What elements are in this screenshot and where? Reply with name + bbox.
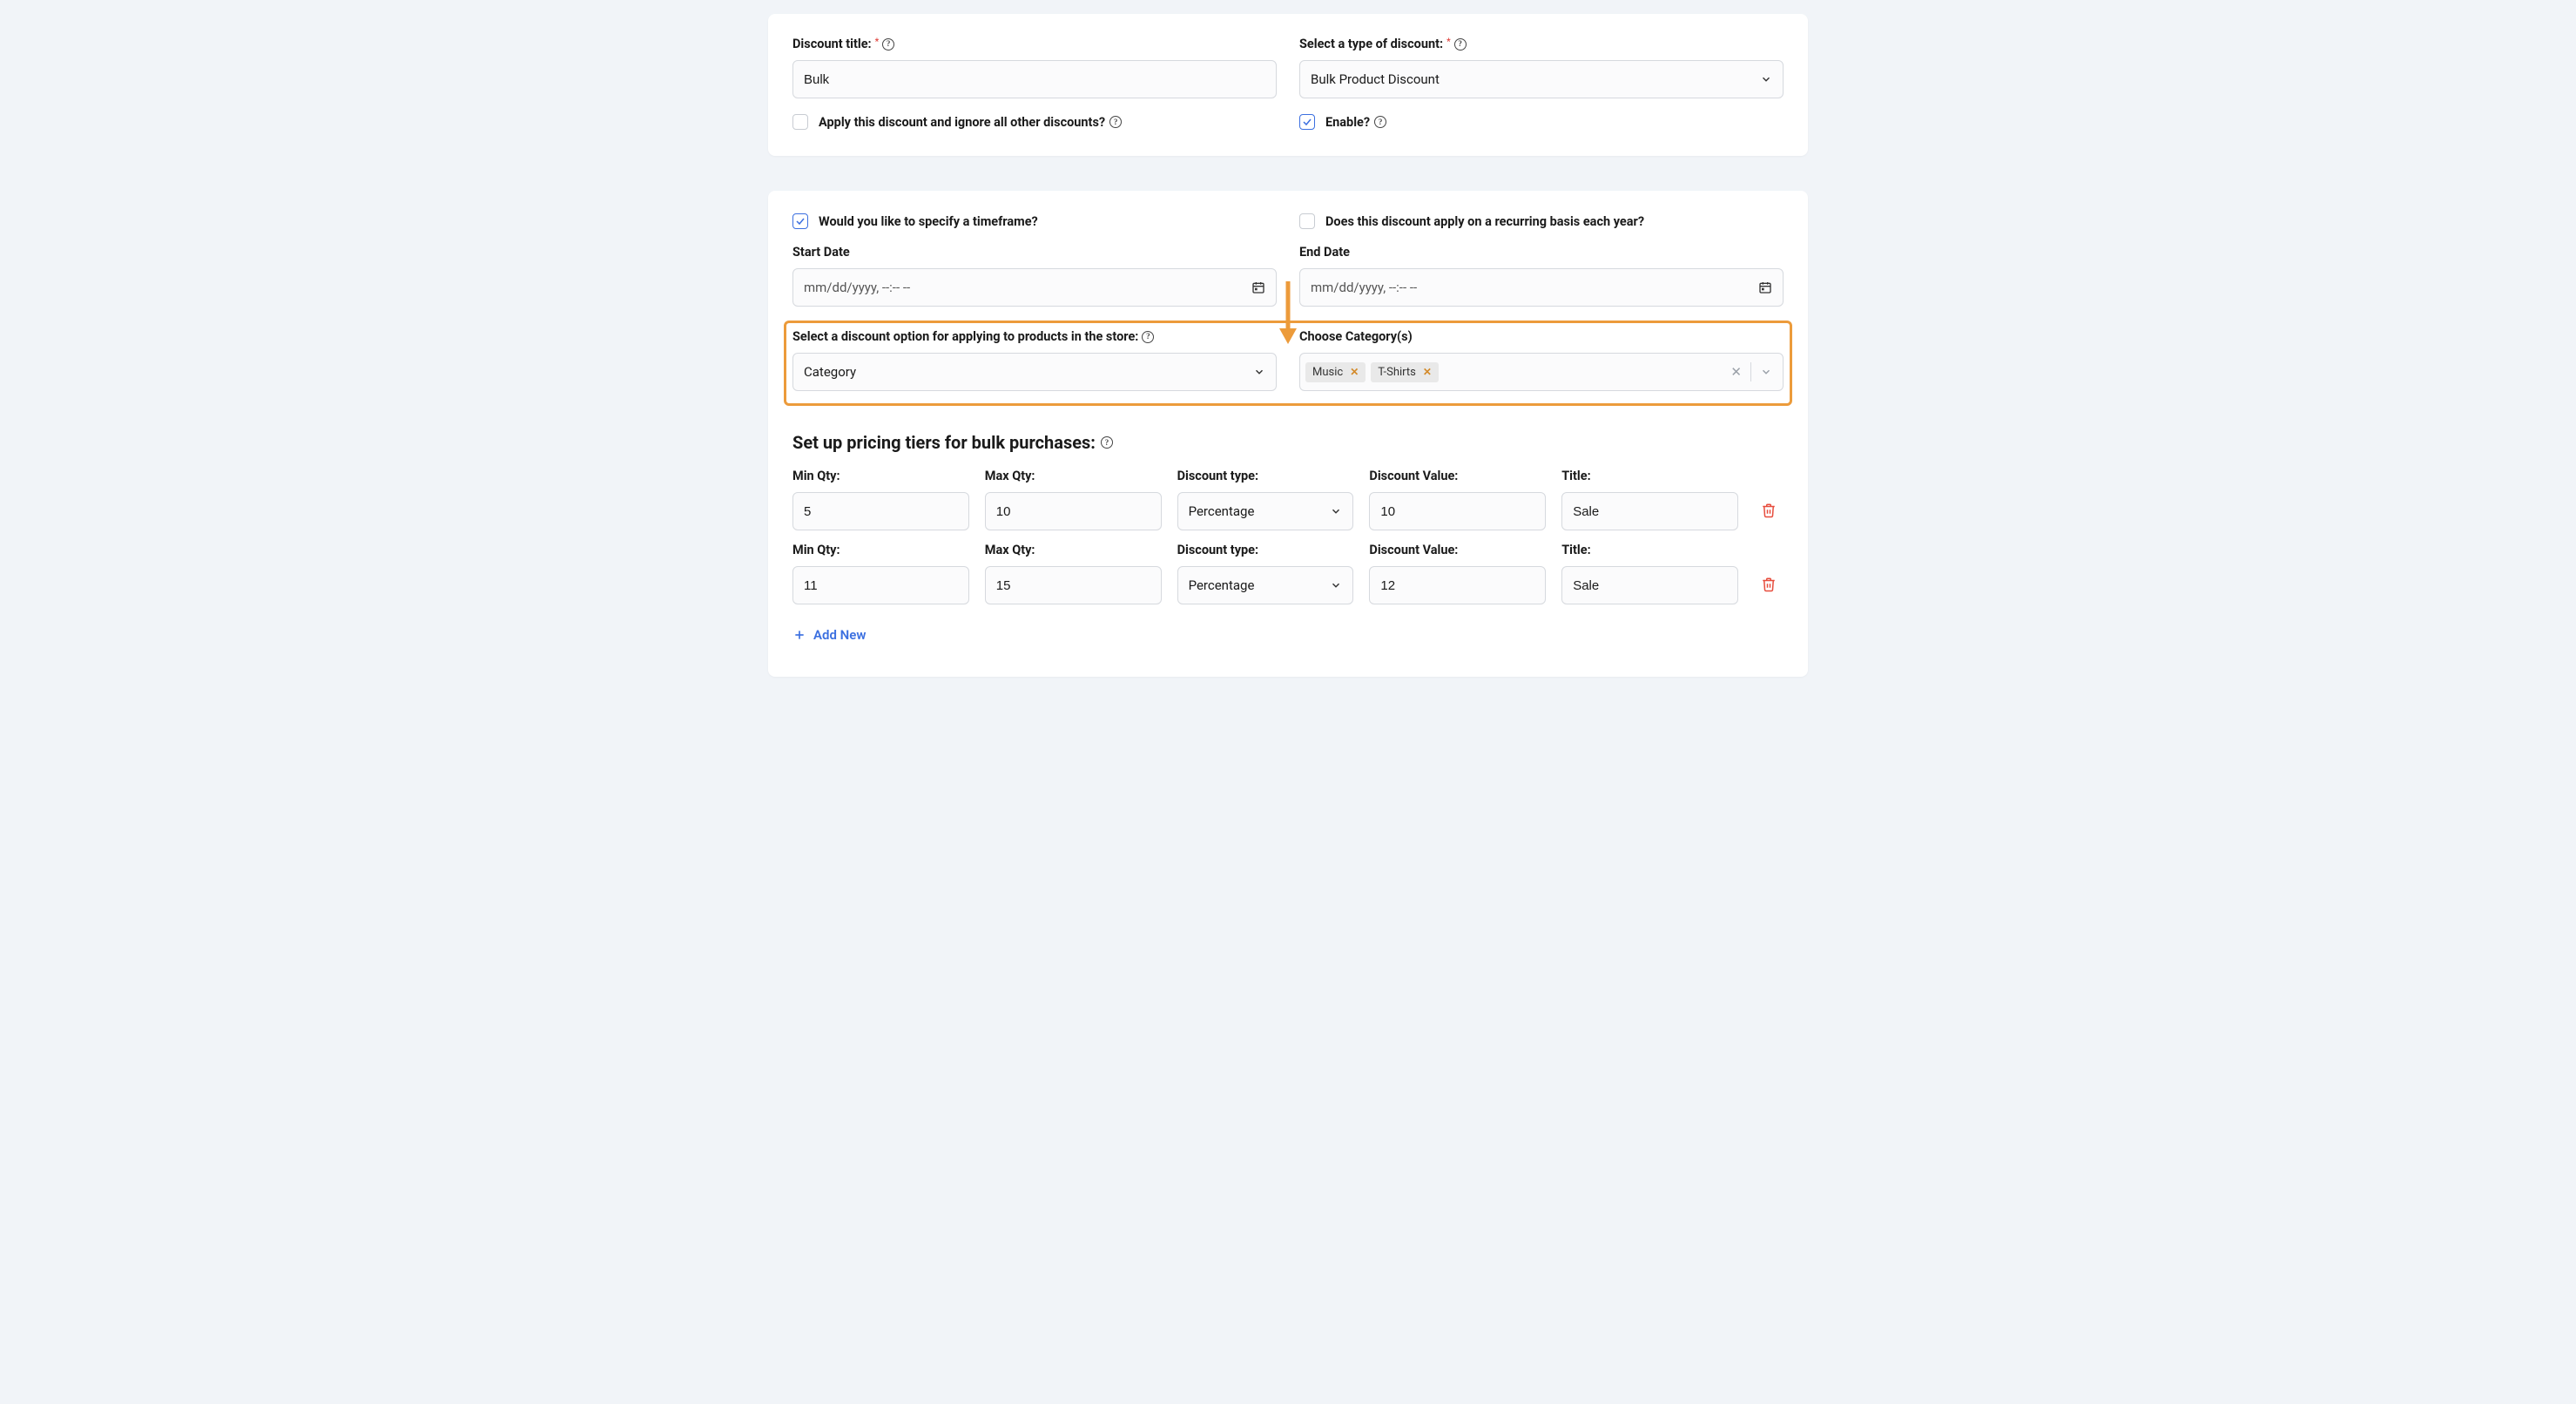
delete-tier-button[interactable] bbox=[1761, 577, 1777, 596]
start-date-input[interactable]: mm/dd/yyyy, --:-- -- bbox=[792, 268, 1277, 307]
plus-icon bbox=[792, 628, 806, 642]
discount-type-value: Bulk Product Discount bbox=[1311, 71, 1440, 87]
help-icon[interactable]: ? bbox=[1109, 116, 1122, 128]
ignore-others-label: Apply this discount and ignore all other… bbox=[819, 115, 1122, 130]
required-marker: * bbox=[1446, 37, 1451, 47]
discount-title-input-wrap bbox=[792, 60, 1277, 98]
discount-details-card: Would you like to specify a timeframe? D… bbox=[768, 191, 1808, 677]
discount-value-input[interactable] bbox=[1380, 504, 1534, 519]
category-multiselect[interactable]: Music ✕ T-Shirts ✕ ✕ bbox=[1299, 353, 1784, 391]
timeframe-checkbox[interactable] bbox=[792, 213, 808, 229]
add-new-tier-button[interactable]: Add New bbox=[792, 627, 866, 643]
start-date-placeholder: mm/dd/yyyy, --:-- -- bbox=[804, 280, 910, 295]
chevron-down-icon bbox=[1760, 73, 1772, 85]
category-tag: T-Shirts ✕ bbox=[1371, 362, 1439, 382]
discount-value-label: Discount Value: bbox=[1369, 543, 1546, 557]
ignore-others-checkbox[interactable] bbox=[792, 114, 808, 130]
help-icon[interactable]: ? bbox=[1454, 38, 1467, 51]
discount-basic-card: Discount title: * ? Select a type of dis… bbox=[768, 14, 1808, 156]
tier-row: Min Qty: Max Qty: Discount type: Percent… bbox=[792, 469, 1784, 530]
min-qty-label: Min Qty: bbox=[792, 543, 969, 557]
discount-value-input[interactable] bbox=[1380, 578, 1534, 593]
tier-title-label: Title: bbox=[1561, 469, 1738, 483]
clear-all-icon[interactable]: ✕ bbox=[1730, 364, 1742, 380]
min-qty-label: Min Qty: bbox=[792, 469, 969, 483]
max-qty-label: Max Qty: bbox=[985, 543, 1162, 557]
recurring-checkbox[interactable] bbox=[1299, 213, 1315, 229]
tier-title-input[interactable] bbox=[1573, 578, 1727, 593]
discount-type-label: Discount type: bbox=[1177, 543, 1354, 557]
discount-type-label: Select a type of discount: * ? bbox=[1299, 37, 1784, 51]
chevron-down-icon bbox=[1330, 505, 1342, 517]
help-icon[interactable]: ? bbox=[882, 38, 894, 51]
end-date-placeholder: mm/dd/yyyy, --:-- -- bbox=[1311, 280, 1417, 295]
category-tag: Music ✕ bbox=[1305, 362, 1366, 382]
end-date-input[interactable]: mm/dd/yyyy, --:-- -- bbox=[1299, 268, 1784, 307]
discount-option-value: Category bbox=[804, 364, 856, 380]
pricing-tiers-heading: Set up pricing tiers for bulk purchases:… bbox=[792, 432, 1784, 453]
discount-type-label: Discount type: bbox=[1177, 469, 1354, 483]
required-marker: * bbox=[875, 37, 880, 47]
delete-tier-button[interactable] bbox=[1761, 503, 1777, 522]
discount-title-label: Discount title: * ? bbox=[792, 37, 1277, 51]
help-icon[interactable]: ? bbox=[1142, 331, 1154, 343]
tier-discount-type-select[interactable]: Percentage bbox=[1177, 492, 1354, 530]
help-icon[interactable]: ? bbox=[1101, 436, 1113, 449]
discount-option-select[interactable]: Category bbox=[792, 353, 1277, 391]
end-date-label: End Date bbox=[1299, 245, 1784, 260]
discount-value-label: Discount Value: bbox=[1369, 469, 1546, 483]
recurring-label: Does this discount apply on a recurring … bbox=[1325, 214, 1644, 229]
help-icon[interactable]: ? bbox=[1374, 116, 1386, 128]
chevron-down-icon[interactable] bbox=[1760, 366, 1772, 378]
remove-tag-icon[interactable]: ✕ bbox=[1423, 366, 1432, 378]
start-date-label: Start Date bbox=[792, 245, 1277, 260]
calendar-icon bbox=[1251, 280, 1265, 294]
chevron-down-icon bbox=[1330, 579, 1342, 591]
tier-title-label: Title: bbox=[1561, 543, 1738, 557]
tier-row: Min Qty: Max Qty: Discount type: Percent… bbox=[792, 543, 1784, 604]
calendar-icon bbox=[1758, 280, 1772, 294]
divider bbox=[1750, 362, 1751, 381]
discount-type-select[interactable]: Bulk Product Discount bbox=[1299, 60, 1784, 98]
tier-title-input[interactable] bbox=[1573, 504, 1727, 519]
timeframe-label: Would you like to specify a timeframe? bbox=[819, 214, 1038, 229]
discount-option-label: Select a discount option for applying to… bbox=[792, 329, 1277, 344]
discount-title-input[interactable] bbox=[804, 72, 1265, 87]
chevron-down-icon bbox=[1253, 366, 1265, 378]
enable-checkbox[interactable] bbox=[1299, 114, 1315, 130]
tier-discount-type-select[interactable]: Percentage bbox=[1177, 566, 1354, 604]
min-qty-input[interactable] bbox=[804, 578, 958, 593]
highlight-annotation-box: Select a discount option for applying to… bbox=[784, 321, 1792, 406]
enable-label: Enable? ? bbox=[1325, 115, 1386, 130]
remove-tag-icon[interactable]: ✕ bbox=[1350, 366, 1359, 378]
max-qty-label: Max Qty: bbox=[985, 469, 1162, 483]
max-qty-input[interactable] bbox=[996, 578, 1150, 593]
choose-categories-label: Choose Category(s) bbox=[1299, 329, 1784, 344]
max-qty-input[interactable] bbox=[996, 504, 1150, 519]
min-qty-input[interactable] bbox=[804, 504, 958, 519]
category-tags: Music ✕ T-Shirts ✕ bbox=[1305, 362, 1725, 382]
